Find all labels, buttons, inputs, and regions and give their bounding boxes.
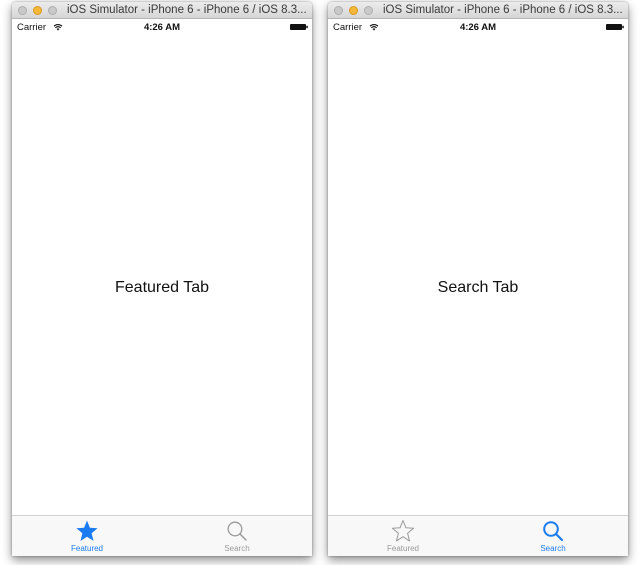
battery-icon	[606, 24, 624, 30]
star-outline-icon	[391, 520, 415, 542]
search-icon	[543, 521, 564, 542]
tab-featured-label: Featured	[70, 544, 104, 553]
ios-status-bar: Carrier 4:26 AM	[12, 19, 312, 34]
search-view: Search Tab	[328, 34, 628, 515]
window-close-button[interactable]	[334, 6, 343, 15]
tab-bar: Featured Search	[12, 515, 312, 556]
window-close-button[interactable]	[18, 6, 27, 15]
window-minimize-button[interactable]	[349, 6, 358, 15]
tab-featured-label: Featured	[386, 544, 420, 553]
star-filled-icon	[76, 520, 98, 541]
window-title: iOS Simulator - iPhone 6 - iPhone 6 / iO…	[383, 4, 623, 16]
tab-search[interactable]: Search	[162, 516, 312, 556]
tab-featured[interactable]: Featured	[12, 516, 162, 556]
status-time: 4:26 AM	[143, 22, 181, 33]
ios-status-bar: Carrier 4:26 AM	[328, 19, 628, 34]
featured-tab-label: Featured Tab	[115, 279, 209, 296]
simulator-window-search: iOS Simulator - iPhone 6 - iPhone 6 / iO…	[328, 2, 628, 556]
search-tab-label: Search Tab	[437, 279, 519, 296]
tab-search-label: Search	[540, 544, 566, 553]
tab-featured[interactable]: Featured	[328, 516, 478, 556]
simulator-window-featured: iOS Simulator - iPhone 6 - iPhone 6 / iO…	[12, 2, 312, 556]
featured-view: Featured Tab	[12, 34, 312, 515]
tab-search[interactable]: Search	[478, 516, 628, 556]
window-titlebar[interactable]: iOS Simulator - iPhone 6 - iPhone 6 / iO…	[328, 2, 628, 19]
window-minimize-button[interactable]	[33, 6, 42, 15]
battery-icon	[290, 24, 308, 30]
screenshot-stage: iOS Simulator - iPhone 6 - iPhone 6 / iO…	[0, 0, 640, 565]
tab-bar: Featured Search	[328, 515, 628, 556]
status-time: 4:26 AM	[459, 22, 497, 33]
window-titlebar[interactable]: iOS Simulator - iPhone 6 - iPhone 6 / iO…	[12, 2, 312, 19]
tab-search-label: Search	[224, 544, 250, 553]
window-title: iOS Simulator - iPhone 6 - iPhone 6 / iO…	[67, 4, 307, 16]
window-zoom-button[interactable]	[48, 6, 57, 15]
window-zoom-button[interactable]	[364, 6, 373, 15]
search-icon	[227, 521, 247, 541]
